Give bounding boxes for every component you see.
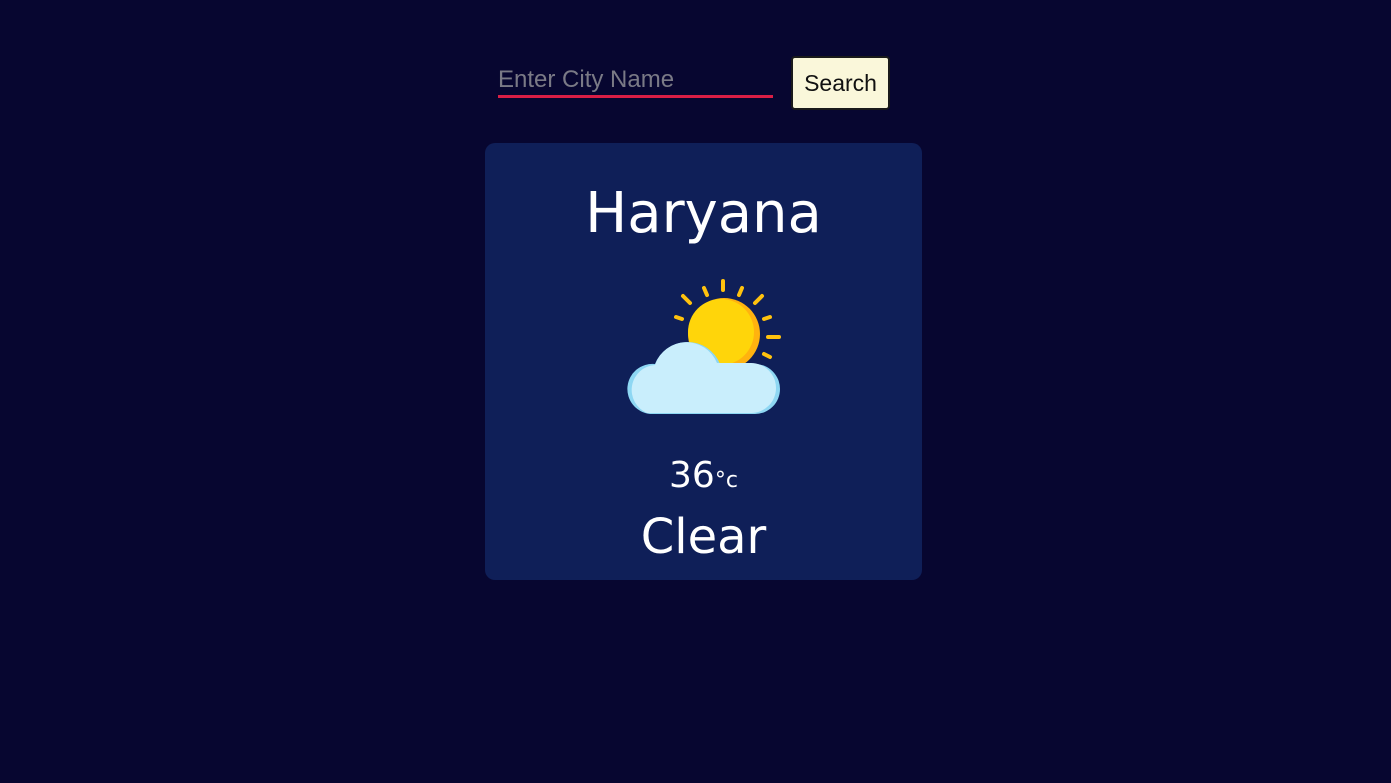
- city-name: Haryana: [585, 181, 822, 246]
- partly-cloudy-icon: [625, 277, 785, 415]
- city-search-input[interactable]: [498, 64, 773, 98]
- search-button[interactable]: Search: [791, 56, 890, 110]
- temperature-value: 36: [669, 455, 715, 496]
- weather-condition: Clear: [640, 509, 767, 565]
- temperature-display: 36°c: [485, 455, 922, 496]
- search-bar: Search: [498, 56, 898, 112]
- weather-card: Haryana 36°c Clear: [485, 143, 922, 580]
- temperature-unit: °c: [714, 468, 738, 493]
